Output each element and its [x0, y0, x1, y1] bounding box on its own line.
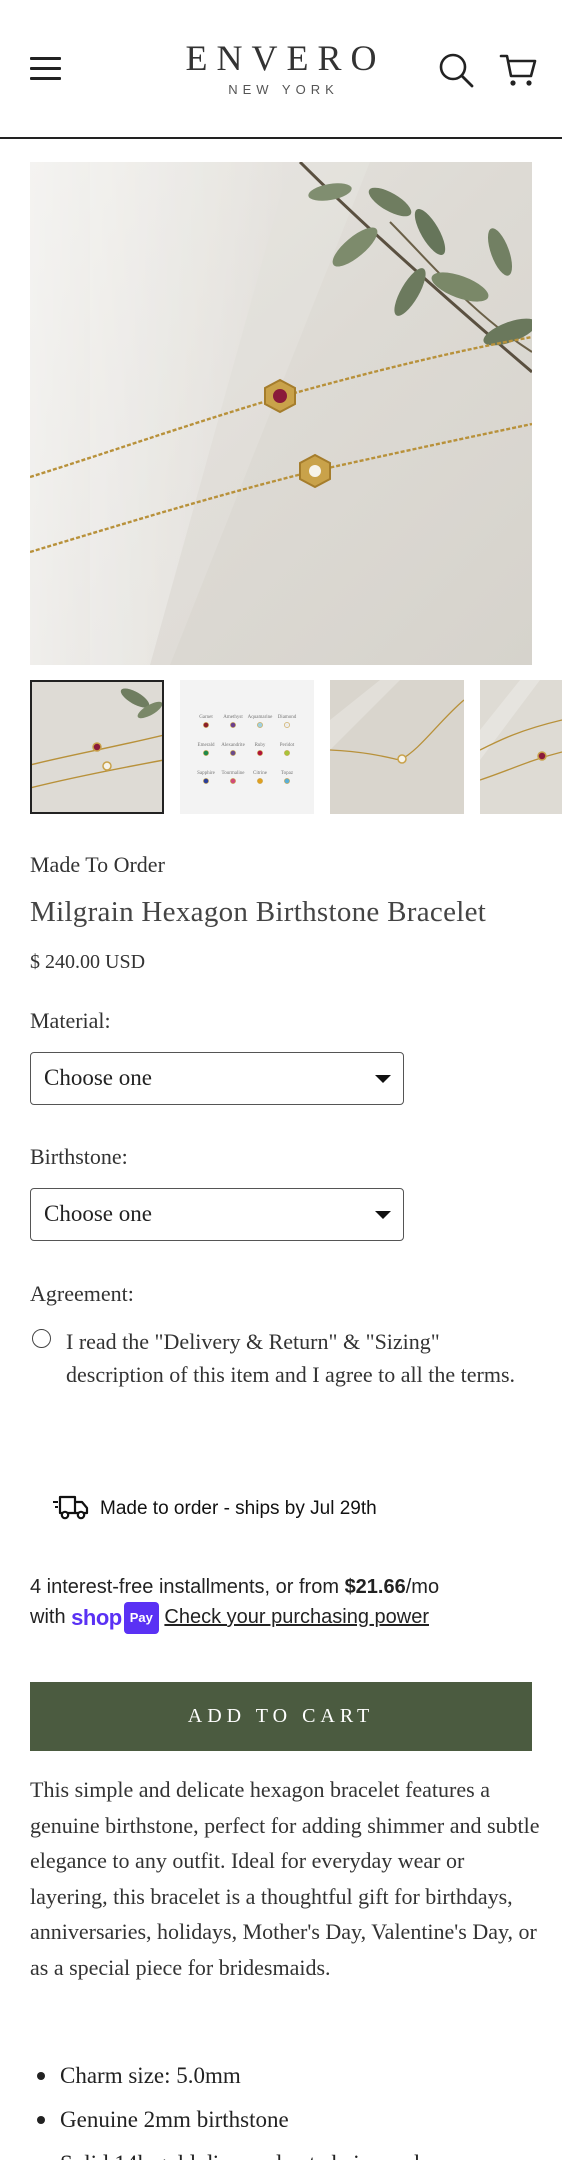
svg-text:Emerald: Emerald [198, 743, 215, 748]
birthstone-select[interactable]: Choose one [30, 1188, 404, 1241]
product-title: Milgrain Hexagon Birthstone Bracelet [30, 896, 487, 928]
svg-text:Ruby: Ruby [255, 743, 266, 748]
svg-text:Peridot: Peridot [280, 743, 295, 748]
shipping-estimate: Made to order - ships by Jul 29th [100, 1498, 377, 1519]
agreement-text[interactable]: I read the "Delivery & Return" & "Sizing… [66, 1325, 526, 1391]
birthstone-label: Birthstone: [30, 1144, 128, 1169]
shop-pay-badge: Pay [123, 1602, 159, 1634]
list-item: Genuine 2mm birthstone [30, 2098, 540, 2142]
birthstone-swatch-dot [203, 722, 209, 728]
birthstone-swatch-dot [203, 750, 209, 756]
installment-amount: $21.66 [344, 1576, 406, 1598]
svg-text:Tourmaline: Tourmaline [222, 771, 246, 776]
svg-text:Garnet: Garnet [199, 715, 213, 720]
birthstone-swatch-dot [284, 778, 290, 784]
installments-with: with [30, 1606, 66, 1628]
availability-label: Made To Order [30, 852, 165, 877]
installments-suffix: /mo [405, 1576, 440, 1598]
material-select[interactable]: Choose one [30, 1052, 404, 1105]
delivery-truck-icon [53, 1495, 89, 1520]
installments-prefix: 4 interest-free installments, or from [30, 1576, 345, 1598]
svg-text:Alexandrite: Alexandrite [221, 743, 245, 748]
agreement-radio[interactable] [32, 1329, 51, 1348]
svg-text:Diamond: Diamond [278, 715, 297, 720]
svg-text:Topaz: Topaz [281, 771, 294, 776]
feature-list: Charm size: 5.0mm Genuine 2mm birthstone… [30, 2054, 540, 2160]
birthstone-swatch-card: Garnet Amethyst Aquamarine Diamond Emera… [180, 680, 314, 814]
product-price: $ 240.00 USD [30, 951, 146, 973]
birthstone-swatch-dot [203, 778, 209, 784]
svg-text:Sapphire: Sapphire [197, 771, 216, 776]
purchasing-power-link[interactable]: Check your purchasing power [164, 1606, 429, 1628]
birthstone-swatch-dot [257, 722, 263, 728]
thumbnail-2-birthstone-chart[interactable]: Garnet Amethyst Aquamarine Diamond Emera… [180, 680, 314, 814]
site-header: ENVERO NEW YORK [0, 0, 562, 139]
svg-text:Aquamarine: Aquamarine [248, 715, 273, 720]
cart-icon[interactable] [499, 52, 537, 88]
brand-subtitle: NEW YORK [228, 82, 339, 97]
product-description: This simple and delicate hexagon bracele… [30, 1777, 540, 1980]
material-select-value: Choose one [44, 1065, 152, 1090]
birthstone-swatch-dot [230, 750, 236, 756]
material-label: Material: [30, 1008, 111, 1033]
birthstone-swatch-dot [230, 722, 236, 728]
list-item: Solid 14k gold diamond cut chain can be [30, 2142, 540, 2160]
birthstone-swatch-dot [284, 722, 290, 728]
birthstone-swatch-dot [284, 750, 290, 756]
shop-pay-word: shop [71, 1605, 122, 1630]
birthstone-swatch-dot [230, 778, 236, 784]
thumbnail-strip: Garnet Amethyst Aquamarine Diamond Emera… [30, 680, 562, 814]
shop-pay-installments: 4 interest-free installments, or from $2… [30, 1572, 540, 1634]
svg-text:Citrine: Citrine [253, 771, 268, 776]
brand-logo[interactable]: ENVERO NEW YORK [0, 38, 562, 97]
agreement-label: Agreement: [30, 1281, 134, 1306]
main-product-image[interactable] [30, 162, 532, 665]
list-item: Charm size: 5.0mm [30, 2054, 540, 2098]
search-icon[interactable] [438, 52, 474, 88]
add-to-cart-button[interactable]: ADD TO CART [30, 1682, 532, 1751]
thumbnail-1[interactable] [30, 680, 164, 814]
chevron-down-icon [375, 1211, 391, 1219]
birthstone-swatch-dot [257, 750, 263, 756]
svg-text:Amethyst: Amethyst [223, 715, 243, 720]
birthstone-select-value: Choose one [44, 1201, 152, 1226]
thumbnail-3[interactable] [330, 680, 464, 814]
birthstone-swatch-dot [257, 778, 263, 784]
thumbnail-4[interactable] [480, 680, 562, 814]
chevron-down-icon [375, 1075, 391, 1083]
shop-pay-logo: shop Pay [71, 1602, 159, 1634]
brand-name: ENVERO [185, 38, 386, 78]
